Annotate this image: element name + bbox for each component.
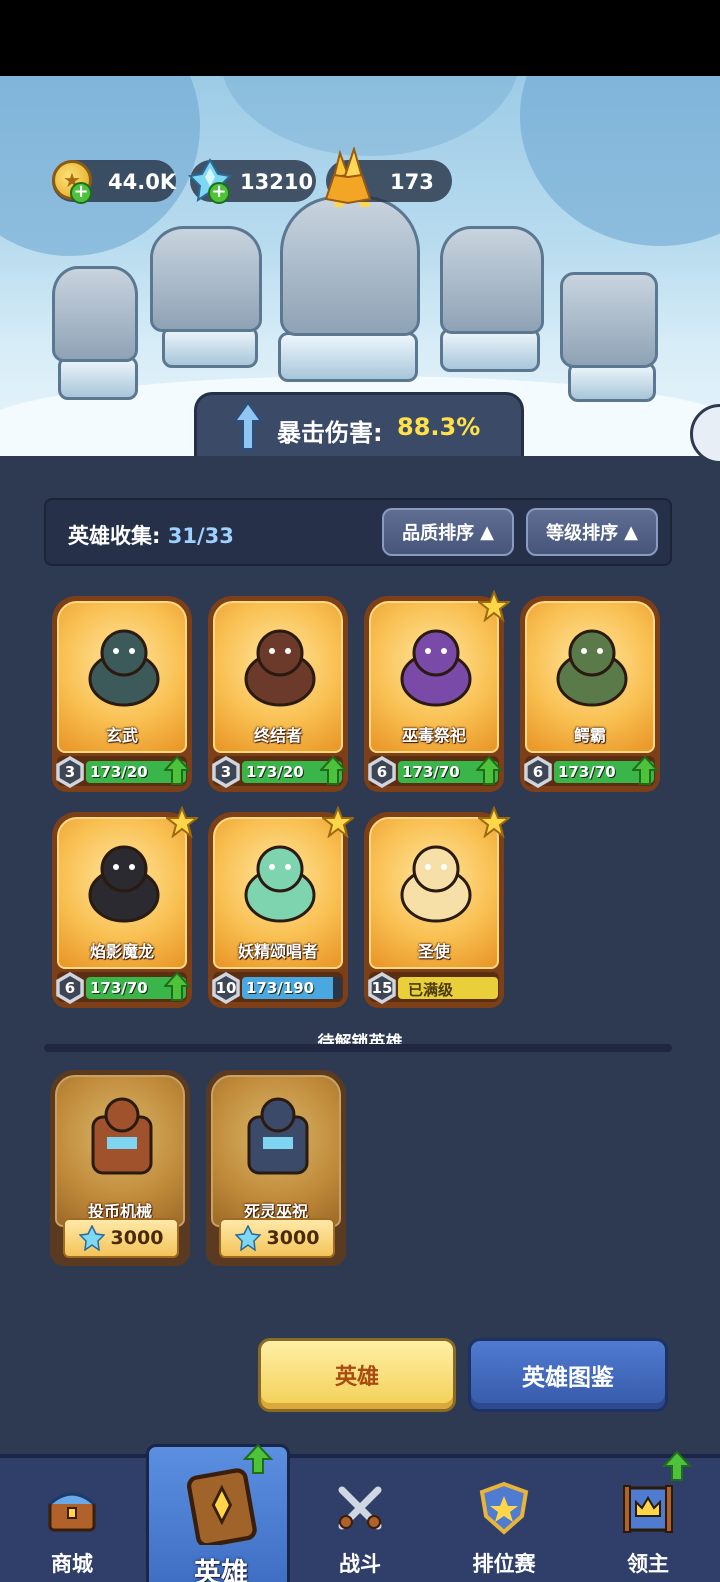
add-gold-icon[interactable]: + bbox=[70, 182, 92, 204]
hero-card-icon bbox=[186, 1468, 257, 1545]
hero-codex-button[interactable]: 英雄图鉴 bbox=[468, 1338, 668, 1412]
statue-pedestal bbox=[568, 362, 656, 402]
unlock-price-button[interactable]: 3000 bbox=[63, 1218, 179, 1258]
hero-card[interactable]: 鳄霸 173/70 6 bbox=[520, 596, 660, 801]
triangle-up-icon: ▲ bbox=[480, 521, 494, 543]
hero-shard-progress: 已满级 bbox=[398, 977, 498, 999]
gold-value: 44.0K bbox=[108, 170, 177, 194]
castle-banner-icon bbox=[623, 1485, 673, 1533]
hero-name: 鳄霸 bbox=[573, 726, 606, 745]
locked-hero-card[interactable]: 死灵巫祝 3000 bbox=[206, 1070, 346, 1275]
hero-portrait bbox=[400, 845, 472, 923]
upgrade-arrow-icon bbox=[164, 972, 190, 1001]
collection-count: 31/33 bbox=[167, 524, 234, 548]
hero-portrait bbox=[88, 845, 160, 923]
gold-counter[interactable]: ★ + 44.0K bbox=[52, 160, 177, 204]
hero-card[interactable]: 巫毒祭祀 173/70 6 bbox=[364, 590, 510, 801]
hero-shard-text: 173/20 bbox=[90, 763, 148, 781]
hero-portrait bbox=[244, 629, 316, 707]
nav-hero[interactable]: 英雄 bbox=[146, 1443, 290, 1582]
unlock-price: 3000 bbox=[266, 1227, 320, 1249]
upgrade-arrow-icon bbox=[632, 756, 658, 785]
hero-button[interactable]: 英雄 bbox=[258, 1338, 456, 1412]
hero-shard-text: 173/70 bbox=[90, 979, 148, 997]
locked-hero-card[interactable]: 投币机械 3000 bbox=[50, 1070, 190, 1275]
nav-ranked[interactable]: 排位赛 bbox=[432, 1458, 576, 1582]
collection-label: 英雄收集: 31/33 bbox=[68, 524, 234, 548]
collection-bar: 英雄收集: 31/33 品质排序 ▲ 等级排序 ▲ bbox=[44, 498, 672, 566]
divider bbox=[44, 1044, 672, 1052]
hero-shard-progress: 173/190 bbox=[242, 977, 342, 999]
crit-damage-panel: 暴击伤害: 88.3% bbox=[194, 392, 524, 456]
hero-card[interactable]: 妖精颂唱者 173/190 10 bbox=[208, 806, 354, 1017]
hero-card[interactable]: 终结者 173/20 3 bbox=[208, 596, 348, 801]
statue-pedestal bbox=[162, 326, 258, 368]
gold-gem-icon bbox=[320, 146, 376, 206]
arrow-up-icon bbox=[233, 401, 263, 450]
hero-name: 玄武 bbox=[105, 726, 138, 745]
statue-knight bbox=[440, 226, 544, 334]
add-crystal-icon[interactable]: + bbox=[208, 182, 230, 204]
statue-dragon bbox=[280, 196, 420, 336]
upgrade-arrow-icon bbox=[476, 756, 502, 785]
upgrade-arrow-icon bbox=[243, 1443, 273, 1474]
statue-griffin bbox=[150, 226, 262, 332]
statue-pedestal bbox=[440, 328, 540, 372]
status-bar bbox=[0, 0, 720, 76]
hero-card[interactable]: 焰影魔龙 173/70 6 bbox=[52, 806, 198, 1017]
nav-battle[interactable]: 战斗 bbox=[288, 1458, 432, 1582]
hero-portrait bbox=[556, 629, 628, 707]
gem-value: 173 bbox=[390, 170, 434, 194]
hero-shard-text: 173/20 bbox=[246, 763, 304, 781]
crystal-counter[interactable]: + 13210 bbox=[188, 158, 316, 204]
hero-portrait bbox=[400, 629, 472, 707]
sort-quality-button[interactable]: 品质排序 ▲ bbox=[382, 508, 514, 556]
unlock-price-button[interactable]: 3000 bbox=[219, 1218, 335, 1258]
hero-name: 妖精颂唱者 bbox=[237, 942, 318, 961]
hero-card[interactable]: 圣使 已满级 15 bbox=[364, 806, 510, 1017]
hero-shard-text: 173/190 bbox=[246, 979, 315, 997]
ice-crystal-icon bbox=[234, 1225, 261, 1251]
gem-counter[interactable]: 173 bbox=[324, 147, 452, 205]
upgrade-arrow-icon bbox=[164, 756, 190, 785]
statue-robot bbox=[560, 272, 658, 368]
statue-left bbox=[52, 266, 138, 362]
unlock-price: 3000 bbox=[110, 1227, 164, 1249]
star-icon bbox=[166, 806, 198, 838]
star-icon bbox=[478, 806, 510, 838]
hero-shard-text: 已满级 bbox=[408, 981, 454, 999]
rank-shield-icon bbox=[479, 1481, 529, 1535]
hero-portrait bbox=[88, 629, 160, 707]
sort-level-button[interactable]: 等级排序 ▲ bbox=[526, 508, 658, 556]
crit-damage-label: 暴击伤害: bbox=[277, 419, 383, 447]
star-icon bbox=[322, 806, 354, 838]
hero-shard-text: 173/70 bbox=[402, 763, 460, 781]
hero-name: 终结者 bbox=[253, 726, 302, 745]
statue-pedestal bbox=[278, 332, 418, 382]
nav-lord[interactable]: 领主 bbox=[576, 1450, 720, 1582]
hero-name: 巫毒祭祀 bbox=[401, 726, 466, 745]
hero-shard-text: 173/70 bbox=[558, 763, 616, 781]
ice-crystal-icon bbox=[78, 1225, 105, 1251]
hero-card[interactable]: 玄武 173/20 3 bbox=[52, 596, 192, 801]
hero-portrait bbox=[91, 1097, 153, 1175]
chest-icon bbox=[48, 1492, 96, 1532]
star-icon bbox=[478, 590, 510, 622]
triangle-up-icon: ▲ bbox=[624, 521, 638, 543]
upgrade-arrow-icon bbox=[320, 756, 346, 785]
crystal-value: 13210 bbox=[240, 170, 314, 194]
crit-damage-value: 88.3% bbox=[397, 413, 481, 441]
upgrade-arrow-icon bbox=[662, 1450, 692, 1481]
hero-name: 圣使 bbox=[417, 942, 450, 961]
hero-name: 焰影魔龙 bbox=[89, 942, 154, 961]
bottom-nav: 商城 英雄 战斗 排位赛 领主 bbox=[0, 1443, 720, 1582]
nav-shop[interactable]: 商城 bbox=[0, 1458, 144, 1582]
statue-pedestal bbox=[58, 356, 138, 400]
hero-portrait bbox=[247, 1097, 309, 1175]
hero-portrait bbox=[244, 845, 316, 923]
crossed-swords-icon bbox=[338, 1486, 382, 1530]
